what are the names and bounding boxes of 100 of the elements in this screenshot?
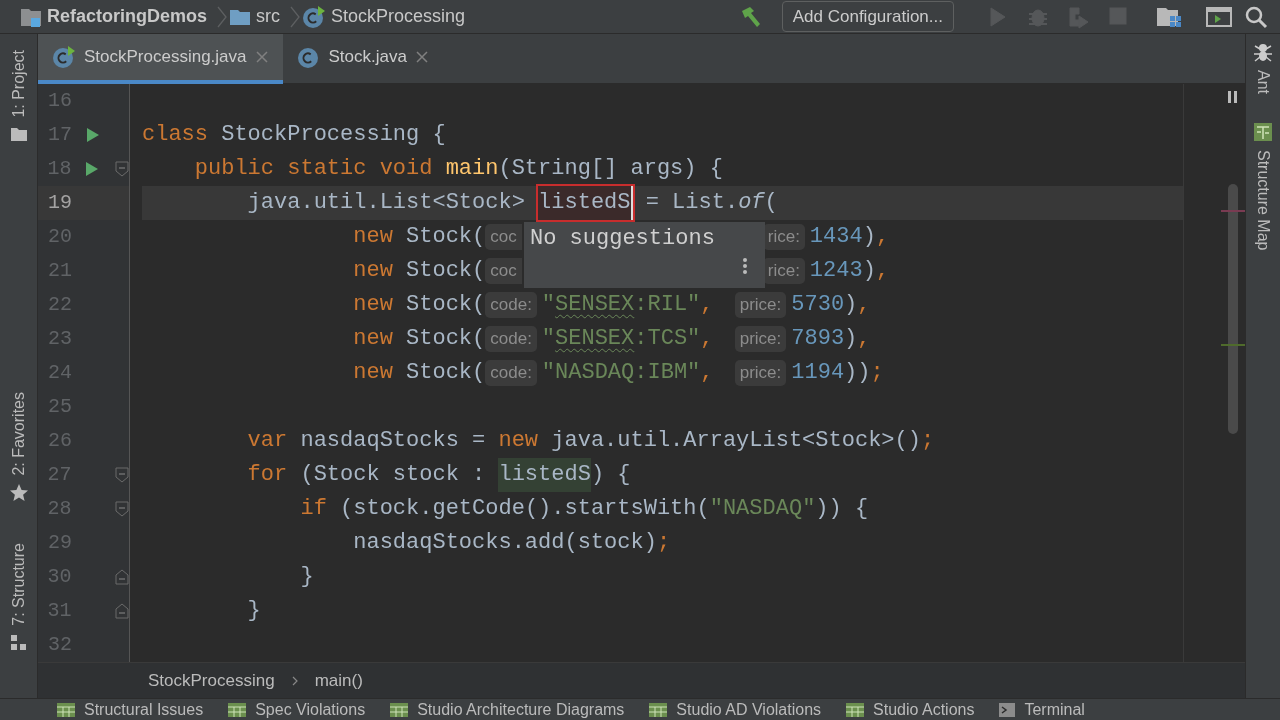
parameter-hint: code: bbox=[485, 292, 537, 318]
parameter-hint: rice: bbox=[762, 224, 805, 250]
string-literal: :TCS" bbox=[634, 325, 701, 353]
keyword: var bbox=[246, 427, 288, 455]
parameter-hint: rice: bbox=[762, 258, 805, 284]
tool-window-button[interactable]: Structure Map bbox=[1251, 150, 1275, 251]
table-icon bbox=[227, 701, 248, 718]
error-marker[interactable] bbox=[1221, 210, 1245, 212]
parameter-hint: price: bbox=[734, 360, 787, 386]
variable-name: listedS bbox=[538, 186, 633, 220]
structure-map-icon bbox=[1253, 122, 1273, 142]
table-icon bbox=[845, 701, 866, 718]
keyword: public static void bbox=[193, 155, 434, 183]
runnable-class-icon bbox=[52, 45, 76, 69]
editor-tab[interactable]: Stock.java bbox=[282, 34, 443, 84]
project-structure-icon[interactable] bbox=[1156, 5, 1182, 28]
code-text: ) bbox=[862, 223, 876, 251]
table-icon bbox=[648, 701, 669, 718]
editor-tab[interactable]: StockProcessing.java bbox=[38, 34, 283, 84]
tool-window-button[interactable]: Studio Actions bbox=[873, 699, 975, 720]
code-text: java.util.ArrayList<Stock>() bbox=[550, 427, 921, 455]
code-text: )) bbox=[844, 359, 871, 387]
number-literal: 7893 bbox=[791, 325, 845, 353]
popup-message: No suggestions bbox=[530, 225, 716, 253]
string-literal: :RIL" bbox=[634, 291, 701, 319]
pause-icon[interactable] bbox=[1227, 90, 1239, 104]
chevron-icon bbox=[290, 674, 299, 687]
code-text: Stock( bbox=[406, 359, 486, 387]
breadcrumb-item[interactable]: main() bbox=[314, 667, 363, 694]
breadcrumb-item[interactable]: src bbox=[256, 3, 281, 30]
tool-window-button[interactable]: Ant bbox=[1251, 70, 1275, 94]
code-text: )) { bbox=[815, 495, 869, 523]
keyword: new bbox=[498, 427, 539, 455]
tool-window-button[interactable]: 1: Project bbox=[6, 50, 31, 118]
punctuation: ; bbox=[920, 427, 935, 455]
punctuation: , bbox=[875, 223, 890, 251]
punctuation: , bbox=[700, 325, 715, 353]
code-text: Stock( bbox=[406, 325, 486, 353]
add-configuration-button[interactable]: Add Configuration... bbox=[781, 0, 954, 33]
keyword: for bbox=[246, 461, 288, 489]
fold-icon[interactable] bbox=[115, 501, 129, 517]
tool-window-button[interactable]: Spec Violations bbox=[255, 699, 366, 720]
code-text: StockProcessing { bbox=[220, 121, 446, 149]
keyword: new bbox=[352, 223, 394, 251]
code-text: (Stock stock : bbox=[299, 461, 487, 489]
line-number: 19 bbox=[47, 190, 72, 216]
code-text: (stock.getCode().startsWith( bbox=[339, 495, 710, 523]
breadcrumb-item[interactable]: StockProcessing bbox=[331, 3, 466, 30]
number-literal: 1194 bbox=[791, 359, 845, 387]
tool-window-button[interactable]: 2: Favorites bbox=[6, 391, 31, 476]
code-text: ) bbox=[862, 257, 876, 285]
close-icon[interactable] bbox=[254, 50, 269, 64]
code-text: nasdaqStocks = bbox=[299, 427, 487, 455]
keyword: class bbox=[142, 121, 208, 149]
parameter-hint: code: bbox=[485, 326, 537, 352]
close-icon[interactable] bbox=[414, 50, 429, 64]
fold-icon[interactable] bbox=[115, 467, 129, 483]
tool-window-button[interactable]: Structural Issues bbox=[84, 699, 204, 720]
code-text: ) bbox=[844, 325, 858, 353]
parameter-hint: coc bbox=[485, 224, 522, 250]
punctuation: , bbox=[857, 291, 871, 319]
change-marker[interactable] bbox=[1221, 344, 1245, 346]
fold-icon[interactable] bbox=[115, 161, 129, 177]
code-text: ) { bbox=[590, 461, 631, 489]
code-text: Stock( bbox=[406, 257, 486, 285]
parameter-hint: coc bbox=[485, 258, 522, 284]
breadcrumb-item[interactable]: StockProcessing bbox=[148, 667, 275, 694]
number-literal: 1434 bbox=[809, 223, 863, 251]
run-icon[interactable] bbox=[85, 161, 100, 177]
method-name: main bbox=[445, 155, 499, 183]
code-text: Stock( bbox=[406, 291, 486, 319]
keyword: if bbox=[299, 495, 327, 523]
punctuation: ; bbox=[656, 529, 671, 557]
star-icon bbox=[8, 483, 29, 504]
fold-icon[interactable] bbox=[115, 603, 129, 619]
code-text: ( bbox=[764, 189, 778, 217]
method-name: of bbox=[738, 189, 765, 217]
punctuation: , bbox=[700, 291, 715, 319]
punctuation: ; bbox=[870, 359, 884, 387]
fold-icon[interactable] bbox=[115, 569, 129, 585]
parameter-hint: price: bbox=[734, 292, 787, 318]
tool-window-button[interactable]: Studio AD Violations bbox=[676, 699, 822, 720]
parameter-hint: code: bbox=[485, 360, 537, 386]
structure-icon bbox=[9, 633, 28, 652]
run-icon[interactable] bbox=[86, 127, 100, 143]
tool-window-button[interactable]: 7: Structure bbox=[6, 543, 31, 626]
tool-window-button[interactable]: Studio Architecture Diagrams bbox=[417, 699, 625, 720]
code-text: Stock( bbox=[406, 223, 486, 251]
string-literal: " bbox=[541, 325, 556, 353]
code-text: } bbox=[246, 597, 261, 625]
more-icon[interactable] bbox=[742, 257, 748, 275]
code-text: java.util.List<Stock> bbox=[246, 189, 526, 217]
tool-window-button[interactable]: Terminal bbox=[1024, 699, 1085, 720]
scrollbar-thumb[interactable] bbox=[1228, 184, 1238, 434]
search-icon[interactable] bbox=[1244, 4, 1268, 29]
string-literal: SENSEX bbox=[555, 325, 635, 353]
breadcrumb-item[interactable]: RefactoringDemos bbox=[47, 3, 208, 30]
class-icon bbox=[296, 45, 321, 69]
runnable-class-icon bbox=[302, 4, 327, 29]
terminal-icon[interactable] bbox=[1206, 5, 1232, 28]
